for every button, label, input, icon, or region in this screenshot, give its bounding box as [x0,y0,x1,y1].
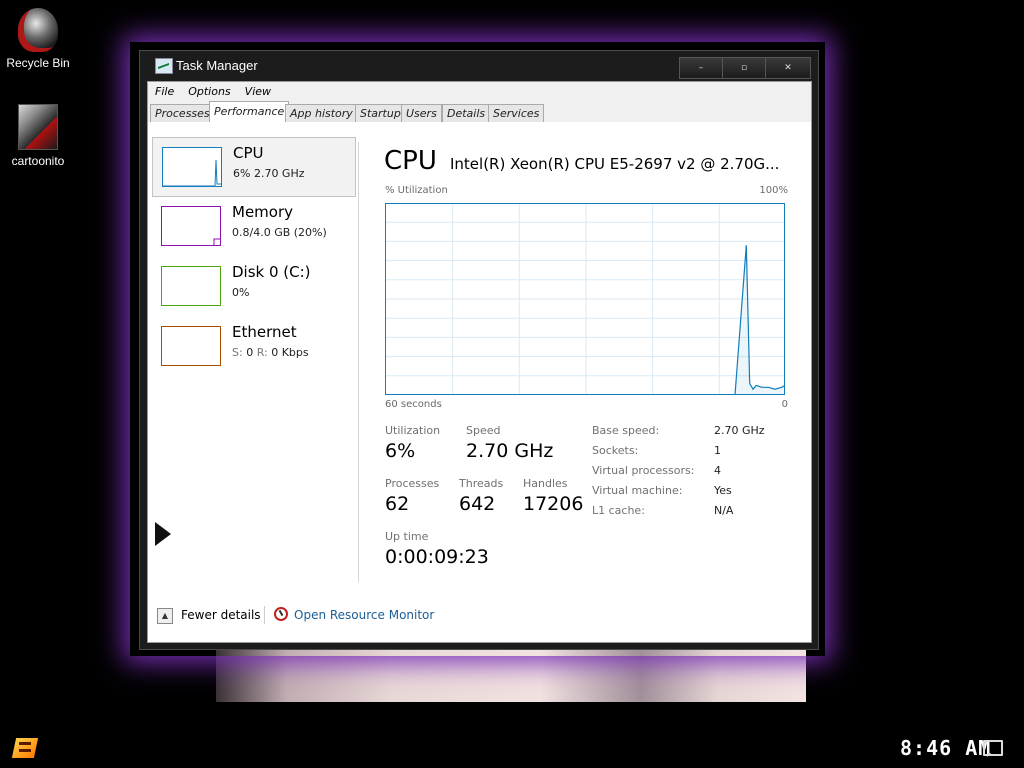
menu-options[interactable]: Options [181,85,237,98]
speed-label: Speed [466,424,501,437]
panel-divider [358,142,359,582]
cartoonito-label: cartoonito [11,154,65,168]
footer-bar: ▲ Fewer details Open Resource Monitor [148,600,811,640]
l1-cache-label: L1 cache: [592,504,645,517]
start-logo-icon [11,738,39,758]
uptime-value: 0:00:09:23 [385,546,489,568]
speed-value: 2.70 GHz [466,440,554,462]
sidebar-item-subtitle: 0.8/4.0 GB (20%) [232,226,327,239]
tab-bar: Processes Performance App history Startu… [147,100,812,123]
footer-separator [264,606,265,624]
virtual-machine-value: Yes [714,484,732,497]
base-speed-value: 2.70 GHz [714,424,765,437]
open-resource-monitor-link[interactable]: Open Resource Monitor [294,608,434,622]
recycle-bin-icon [18,8,58,52]
sidebar-item-subtitle: 6% 2.70 GHz [233,167,305,180]
recycle-bin-desktop-icon[interactable]: Recycle Bin [0,8,78,70]
sidebar-item-memory[interactable]: Memory 0.8/4.0 GB (20%) [152,197,354,255]
task-manager-window: Task Manager – ▫ ✕ File Options View Pro… [139,50,819,650]
cpu-model-name: Intel(R) Xeon(R) CPU E5-2697 v2 @ 2.70G.… [450,155,780,173]
ethernet-thumbnail [161,326,221,366]
resource-monitor-icon [274,607,288,621]
memory-thumbnail [161,206,221,246]
threads-label: Threads [459,477,504,490]
chevron-up-icon[interactable]: ▲ [157,608,173,624]
sidebar-item-subtitle: S: 0 R: 0 Kbps [232,346,309,359]
tab-users[interactable]: Users [401,104,442,122]
tab-app-history[interactable]: App history [285,104,358,122]
threads-value: 642 [459,493,496,515]
processes-label: Processes [385,477,440,490]
utilization-label: Utilization [385,424,441,437]
virtual-processors-value: 4 [714,464,721,477]
menu-bar: File Options View [147,81,812,101]
base-speed-label: Base speed: [592,424,660,437]
maximize-button[interactable]: ▫ [722,57,766,79]
page-title: CPU [384,146,437,176]
tab-performance[interactable]: Performance [209,101,290,123]
uptime-label: Up time [385,530,429,543]
cpu-utilization-graph [385,203,785,395]
window-title: Task Manager [176,58,258,73]
start-button[interactable] [10,732,40,762]
graph-x-min: 0 [781,399,788,410]
performance-panel: CPU 6% 2.70 GHz Memory 0.8/4.0 GB (20%) … [147,122,812,643]
memory-mini-graph [213,238,220,245]
taskbar-clock[interactable]: 8:46 AM [900,736,991,760]
send-value: 0 [246,346,254,359]
mouse-cursor-icon [153,520,173,548]
handles-label: Handles [523,477,568,490]
menu-file[interactable]: File [148,85,181,98]
cartoonito-desktop-icon[interactable]: cartoonito [0,104,78,168]
minimize-button[interactable]: – [679,57,723,79]
receive-label: R: [256,346,268,359]
cpu-mini-graph [163,159,221,186]
virtual-processors-label: Virtual processors: [592,464,695,477]
wallpaper [216,648,806,702]
graph-y-max: 100% [759,185,788,196]
l1-cache-value: N/A [714,504,734,517]
sidebar-item-ethernet[interactable]: Ethernet S: 0 R: 0 Kbps [152,317,354,375]
cpu-thumbnail [162,147,222,187]
virtual-machine-label: Virtual machine: [592,484,683,497]
sidebar-item-title: Disk 0 (C:) [232,263,311,281]
shortcut-icon [18,104,58,150]
task-manager-icon [155,58,173,74]
sidebar-item-title: Memory [232,203,294,221]
graph-x-label: 60 seconds [385,399,442,410]
close-button[interactable]: ✕ [765,57,811,79]
action-center-icon[interactable] [983,740,1003,757]
sidebar-item-title: CPU [233,144,264,162]
sidebar-item-cpu[interactable]: CPU 6% 2.70 GHz [152,137,356,197]
tab-startup[interactable]: Startup [355,104,406,122]
tab-processes[interactable]: Processes [150,104,215,122]
title-bar[interactable]: Task Manager – ▫ ✕ [140,51,818,81]
sidebar-item-disk[interactable]: Disk 0 (C:) 0% [152,257,354,315]
utilization-value: 6% [385,440,416,462]
send-label: S: [232,346,243,359]
tab-services[interactable]: Services [488,104,545,122]
menu-view[interactable]: View [238,85,278,98]
receive-value: 0 Kbps [271,346,309,359]
processes-value: 62 [385,493,410,515]
sockets-value: 1 [714,444,721,457]
tab-details[interactable]: Details [442,104,491,122]
recycle-bin-label: Recycle Bin [6,56,70,70]
sidebar-item-subtitle: 0% [232,286,250,299]
sockets-label: Sockets: [592,444,639,457]
fewer-details-button[interactable]: Fewer details [181,608,261,622]
graph-y-label: % Utilization [385,185,448,196]
disk-thumbnail [161,266,221,306]
handles-value: 17206 [523,493,584,515]
sidebar-item-title: Ethernet [232,323,297,341]
